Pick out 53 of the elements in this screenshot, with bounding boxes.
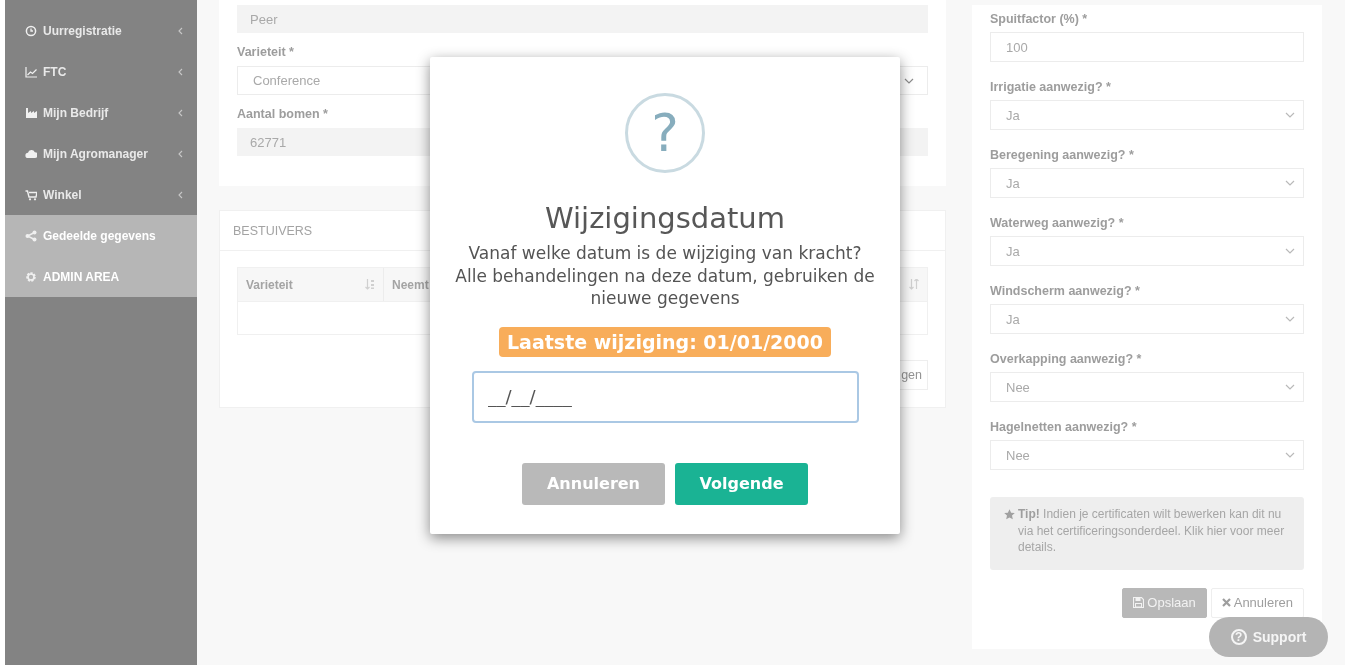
question-icon: ?: [625, 93, 705, 173]
chevron-down-icon: [1285, 384, 1295, 390]
tip-text: Tip! Indien je certificaten wilt bewerken kan dit nu via het certificeringsonderdeel. Klik hier voor meer details.: [1018, 506, 1286, 556]
close-icon: [1221, 598, 1231, 607]
sidebar-item[interactable]: FTC: [5, 51, 197, 92]
input-field[interactable]: 100: [990, 32, 1304, 62]
dropdown[interactable]: Ja: [990, 236, 1304, 266]
chevron-down-icon: [1285, 112, 1295, 118]
dropdown[interactable]: Ja: [990, 168, 1304, 198]
field-label: Waterweg aanwezig? *: [990, 216, 1125, 230]
save-button[interactable]: Opslaan: [1122, 587, 1207, 618]
sidebar-item[interactable]: Uurregistratie: [5, 10, 197, 51]
dropdown[interactable]: Nee: [990, 372, 1304, 402]
gear-icon: [25, 270, 37, 283]
sidebar-item[interactable]: Mijn Agromanager: [5, 133, 197, 174]
cancel-button[interactable]: Annuleren: [522, 462, 665, 505]
chevron-down-icon: [1285, 316, 1295, 322]
chevron-down-icon: [1285, 248, 1295, 254]
field-label: Hagelnetten aanwezig? *: [990, 420, 1138, 434]
field-label: Beregening aanwezig? *: [990, 148, 1135, 162]
dropdown[interactable]: Nee: [990, 440, 1304, 470]
status-badge: Laatste wijziging: 01/01/2000: [499, 326, 831, 357]
cloud-icon: [25, 147, 37, 160]
field-label: Windscherm aanwezig? *: [990, 284, 1141, 298]
field-label: Irrigatie aanwezig? *: [990, 80, 1112, 94]
input-field[interactable]: Peer: [237, 5, 928, 33]
factory-icon: [25, 106, 37, 119]
chevron-down-icon: [1285, 180, 1295, 186]
line-chart-icon: [25, 65, 37, 78]
clock-icon: [25, 24, 37, 37]
support-button[interactable]: ? Support: [1209, 617, 1328, 657]
dropdown[interactable]: Ja: [990, 304, 1304, 334]
sidebar-item[interactable]: Winkel: [5, 174, 197, 215]
cancel-button[interactable]: Annuleren: [1210, 587, 1304, 618]
column-header[interactable]: Varieteit: [238, 268, 384, 301]
help-icon: ?: [1230, 629, 1247, 645]
share-icon: [25, 229, 37, 242]
sidebar-item[interactable]: ADMIN AREA: [5, 256, 197, 297]
star-icon: [1004, 509, 1015, 520]
dropdown[interactable]: Ja: [990, 100, 1304, 130]
date-field[interactable]: __/__/____: [471, 370, 859, 423]
sort-icon: [365, 279, 375, 290]
sidebar-item[interactable]: Gedeelde gegevens: [5, 215, 197, 256]
field-label: Spuitfactor (%) *: [990, 12, 1089, 26]
field-label: Aantal bomen *: [237, 107, 329, 121]
chevron-down-icon: [1285, 452, 1295, 458]
sort-icon: [909, 279, 919, 290]
field-label: Overkapping aanwezig? *: [990, 352, 1143, 366]
sidebar-item[interactable]: Mijn Bedrijf: [5, 92, 197, 133]
chevron-down-icon: [904, 77, 914, 84]
cart-icon: [25, 188, 37, 201]
field-label: Varieteit *: [237, 45, 295, 59]
next-button[interactable]: Volgende: [675, 462, 808, 505]
